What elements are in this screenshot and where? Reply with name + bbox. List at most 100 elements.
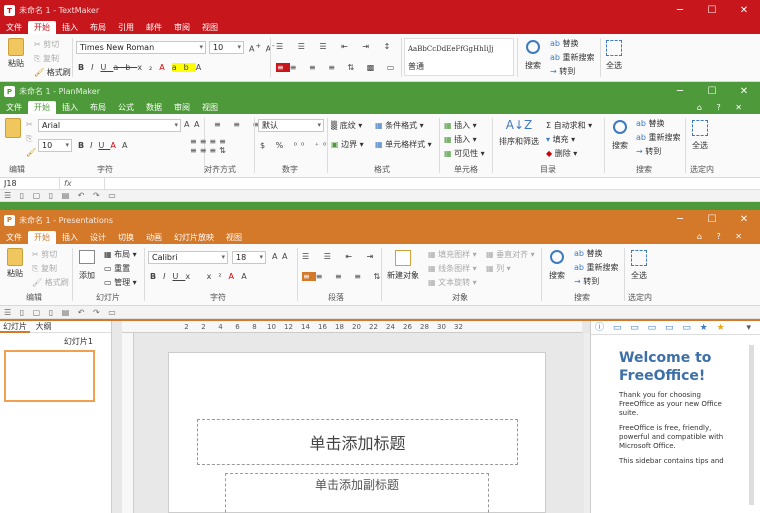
new-object-button[interactable]: 新建对象	[384, 248, 422, 281]
fill-pattern-button[interactable]: ▦ 填充图样 ▾	[428, 249, 477, 260]
vertical-align-button[interactable]: ▦ 垂直对齐 ▾	[486, 249, 535, 260]
tab-outline[interactable]: 大纲	[33, 322, 55, 331]
replace-button[interactable]: ab 替换	[550, 38, 579, 49]
insert-cells-button[interactable]: ▦ 插入 ▾	[444, 120, 477, 131]
menu-insert[interactable]: 插入	[56, 101, 84, 114]
cut-button[interactable]: ✂ 剪切	[34, 39, 59, 50]
close-icon[interactable]: ✕	[728, 210, 760, 230]
columns-button[interactable]: ▦ 列 ▾	[486, 263, 511, 274]
format-painter-button[interactable]: 🖌 格式刷	[32, 277, 69, 288]
text-rotate-button[interactable]: ▦ 文本旋转 ▾	[428, 277, 477, 288]
autosum-button[interactable]: Σ 自动求和 ▾	[546, 120, 592, 131]
font-size-buttons[interactable]: A A	[184, 120, 201, 129]
search-button[interactable]: 搜索	[521, 38, 545, 71]
paste-button[interactable]	[2, 118, 24, 140]
borders-button[interactable]: ▣ 边界 ▾	[331, 139, 364, 150]
menu-file[interactable]: 文件	[0, 101, 28, 114]
presentations-quick-access[interactable]: ☰ ▯ ▢ ▯ ▤ ↶ ↷ ▭	[0, 306, 760, 319]
sort-filter-button[interactable]: A↓Z 排序和筛选	[496, 118, 542, 147]
minimize-icon[interactable]: ─	[664, 0, 696, 21]
menu-insert[interactable]: 插入	[56, 21, 84, 34]
font-name-select[interactable]: Calibri	[148, 251, 228, 264]
style-gallery[interactable]: AaBbCcDdEeFfGgHhIiJj 普通	[404, 38, 514, 76]
font-size-select[interactable]: 18	[232, 251, 266, 264]
add-slide-button[interactable]: 添加	[76, 248, 98, 281]
search-button[interactable]: 搜索	[608, 118, 632, 151]
layout-button[interactable]: ▦ 布局 ▾	[104, 249, 137, 260]
alignment-buttons[interactable]: ≡≡ ≡ ≡ ⇅ ▩ ▭	[276, 63, 399, 72]
text-format-buttons[interactable]: BIUabx₂AabA	[78, 63, 208, 72]
delete-button[interactable]: ◆ 删除 ▾	[546, 148, 577, 159]
text-format-buttons[interactable]: BIUx x²AA	[150, 272, 254, 281]
reset-button[interactable]: ▭ 重置	[104, 263, 130, 274]
sidebar-toolbar[interactable]: ⓘ ▭ ▭ ▭ ▭ ▭ ★ ★ ▾	[591, 321, 760, 335]
title-placeholder[interactable]: 单击添加标题	[197, 419, 518, 465]
manage-button[interactable]: ▭ 管理 ▾	[104, 277, 137, 288]
font-name-select[interactable]: Arial	[38, 119, 181, 132]
menu-home[interactable]: 开始	[28, 101, 56, 114]
menu-slideshow[interactable]: 幻灯片放映	[168, 231, 220, 244]
cut-icon[interactable]: ✂	[26, 119, 33, 130]
select-all-button[interactable]: 全选	[688, 118, 712, 151]
slide-thumbnail[interactable]	[4, 350, 95, 402]
font-name-select[interactable]: Times New Roman	[76, 41, 206, 54]
font-size-select[interactable]: 10	[209, 41, 244, 54]
select-all-button[interactable]: 全选	[602, 38, 626, 71]
paste-button[interactable]: 粘贴	[4, 38, 28, 69]
ribbon-controls[interactable]: ⌂ ? ✕	[691, 230, 754, 243]
menu-view[interactable]: 视图	[196, 21, 224, 34]
font-size-select[interactable]: 10	[38, 139, 72, 152]
ribbon-controls[interactable]: ⌂ ? ✕	[691, 101, 754, 114]
copy-icon[interactable]: ⎘	[26, 133, 32, 144]
planmaker-quick-access[interactable]: ☰ ▯ ▢ ▯ ▤ ↶ ↷ ▭	[0, 190, 760, 202]
fx-icon[interactable]: fx	[64, 178, 72, 189]
menu-transitions[interactable]: 切换	[112, 231, 140, 244]
replace-again-button[interactable]: ab 重新搜索	[574, 262, 619, 273]
menu-mailings[interactable]: 邮件	[140, 21, 168, 34]
font-size-buttons[interactable]: A A	[272, 252, 289, 261]
number-buttons[interactable]: $ % ⁰⁰ ⁺⁰	[260, 141, 330, 150]
menu-data[interactable]: 数据	[140, 101, 168, 114]
conditional-format-button[interactable]: ▦ 条件格式 ▾	[375, 120, 424, 131]
menu-formulas[interactable]: 公式	[112, 101, 140, 114]
paste-button[interactable]: 粘贴	[3, 248, 27, 279]
menu-layout[interactable]: 布局	[84, 101, 112, 114]
menu-insert[interactable]: 插入	[56, 231, 84, 244]
fill-button[interactable]: ▾ 填充 ▾	[546, 134, 575, 145]
copy-button[interactable]: ⎘ 复制	[34, 53, 59, 64]
menu-animations[interactable]: 动画	[140, 231, 168, 244]
menu-view[interactable]: 视图	[196, 101, 224, 114]
format-painter-button[interactable]: 🖌 格式刷	[34, 67, 71, 78]
menu-file[interactable]: 文件	[0, 231, 28, 244]
line-pattern-button[interactable]: ▦ 线条图样 ▾	[428, 263, 477, 274]
list-buttons[interactable]: ☰ ☰ ☰ ⇤ ⇥ ↕ ¶	[276, 42, 416, 51]
copy-button[interactable]: ⎘ 复制	[32, 263, 57, 274]
replace-button[interactable]: ab 替换	[574, 248, 603, 259]
goto-button[interactable]: → 转到	[550, 66, 575, 77]
shading-button[interactable]: ▒ 底纹 ▾	[331, 120, 362, 131]
sidebar-scrollbar[interactable]	[749, 345, 754, 505]
minimize-icon[interactable]: ─	[664, 210, 696, 230]
maximize-icon[interactable]: ☐	[696, 210, 728, 230]
replace-again-button[interactable]: ab 重新搜索	[550, 52, 595, 63]
menu-references[interactable]: 引用	[112, 21, 140, 34]
insert-rows-button[interactable]: ▦ 插入 ▾	[444, 134, 477, 145]
cell-style-button[interactable]: ▦ 单元格样式 ▾	[375, 139, 432, 150]
menu-layout[interactable]: 布局	[84, 21, 112, 34]
menu-view[interactable]: 视图	[220, 231, 248, 244]
maximize-icon[interactable]: ☐	[696, 82, 728, 101]
goto-button[interactable]: → 转到	[636, 146, 661, 157]
menu-file[interactable]: 文件	[0, 21, 28, 34]
maximize-icon[interactable]: ☐	[696, 0, 728, 21]
menu-home[interactable]: 开始	[28, 21, 56, 34]
close-icon[interactable]: ✕	[728, 82, 760, 101]
replace-button[interactable]: ab 替换	[636, 118, 665, 129]
minimize-icon[interactable]: ─	[664, 82, 696, 101]
slide-canvas[interactable]: 单击添加标题 单击添加副标题	[168, 352, 546, 513]
visibility-button[interactable]: ▦ 可见性 ▾	[444, 148, 485, 159]
menu-home[interactable]: 开始	[28, 231, 56, 244]
menu-review[interactable]: 审阅	[168, 101, 196, 114]
menu-review[interactable]: 审阅	[168, 21, 196, 34]
replace-again-button[interactable]: ab 重新搜索	[636, 132, 681, 143]
format-painter-icon[interactable]: 🖌	[26, 147, 36, 158]
